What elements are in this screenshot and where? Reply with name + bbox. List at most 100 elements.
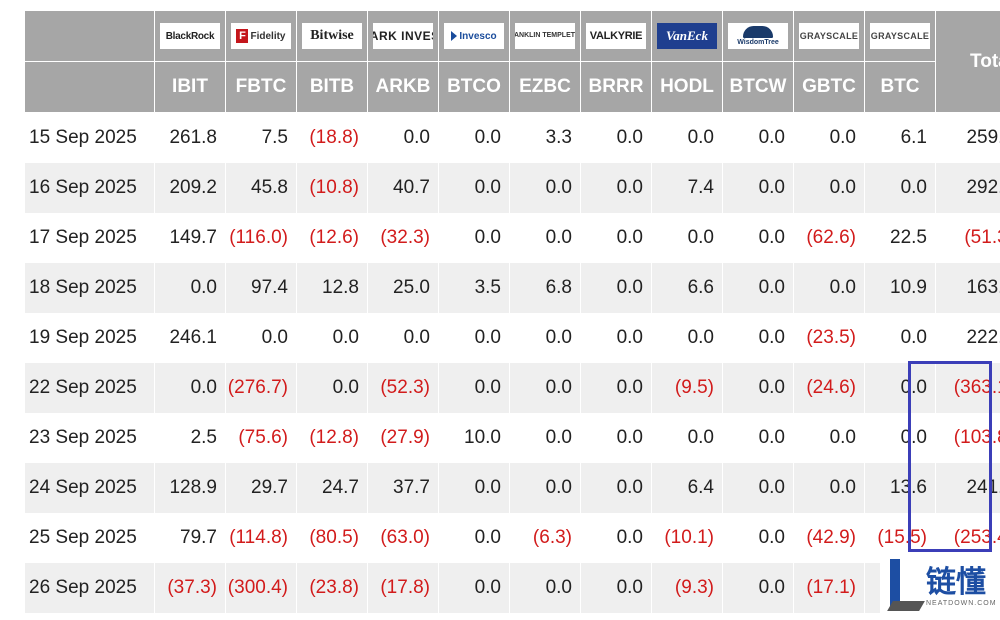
table-row: 24 Sep 2025 128.9 29.7 24.7 37.7 0.0 0.0 0.0 6.4… bbox=[24, 463, 1000, 513]
flow-value-cell: 0.0 bbox=[864, 363, 936, 413]
flow-value-cell: (12.8) bbox=[296, 413, 368, 463]
flow-value-cell: (17.8) bbox=[367, 563, 439, 613]
flow-value-cell: 246.1 bbox=[154, 313, 226, 363]
flow-value-cell: 13.6 bbox=[864, 463, 936, 513]
flow-value-cell: 0.0 bbox=[722, 112, 794, 163]
date-cell: 16 Sep 2025 bbox=[24, 163, 155, 213]
flow-value-cell: 6.6 bbox=[651, 263, 723, 313]
flow-value-cell: 0.0 bbox=[367, 313, 439, 363]
blackrock-logo: BlackRock bbox=[160, 23, 220, 49]
flow-value-cell: 24.7 bbox=[296, 463, 368, 513]
date-cell: 24 Sep 2025 bbox=[24, 463, 155, 513]
corner-cell bbox=[24, 10, 155, 62]
ticker-header: ARKB bbox=[367, 61, 439, 113]
flow-value-cell: (12.6) bbox=[296, 213, 368, 263]
flow-value-cell: 0.0 bbox=[438, 363, 510, 413]
table-row: 18 Sep 2025 0.0 97.4 12.8 25.0 3.5 6.8 0.0 6.6 0.… bbox=[24, 263, 1000, 313]
flow-value-cell: 0.0 bbox=[793, 263, 865, 313]
flow-value-cell: 45.8 bbox=[225, 163, 297, 213]
flow-value-cell: 0.0 bbox=[509, 213, 581, 263]
flow-value-cell: 7.4 bbox=[651, 163, 723, 213]
flow-value-cell: 37.7 bbox=[367, 463, 439, 513]
flow-value-cell: 0.0 bbox=[438, 463, 510, 513]
flow-value-cell: 0.0 bbox=[580, 213, 652, 263]
date-cell: 15 Sep 2025 bbox=[24, 112, 155, 163]
wisdomtree-logo: WisdomTree bbox=[728, 23, 788, 49]
flow-value-cell: 7.5 bbox=[225, 112, 297, 163]
flow-value-cell: 0.0 bbox=[580, 313, 652, 363]
ticker-header: EZBC bbox=[509, 61, 581, 113]
ticker-header: BTCW bbox=[722, 61, 794, 113]
ticker-header: HODL bbox=[651, 61, 723, 113]
flow-value-cell: 128.9 bbox=[154, 463, 226, 513]
invesco-logo: Invesco bbox=[444, 23, 504, 49]
flow-value-cell: 79.7 bbox=[154, 513, 226, 563]
total-cell: 241.0 bbox=[935, 463, 1000, 513]
flow-value-cell: 0.0 bbox=[722, 513, 794, 563]
fidelity-logo: F Fidelity bbox=[231, 23, 291, 49]
ark-invest-logo: AARK INVEST bbox=[373, 23, 433, 49]
flow-value-cell: (42.9) bbox=[793, 513, 865, 563]
valkyrie-logo: VALKYRIE bbox=[586, 23, 646, 49]
total-cell: (103.8) bbox=[935, 413, 1000, 463]
flow-value-cell: 0.0 bbox=[509, 563, 581, 613]
flow-value-cell: 0.0 bbox=[225, 313, 297, 363]
flow-value-cell: 6.8 bbox=[509, 263, 581, 313]
flow-value-cell: 0.0 bbox=[651, 313, 723, 363]
flow-value-cell: 3.5 bbox=[438, 263, 510, 313]
flow-value-cell: 0.0 bbox=[580, 463, 652, 513]
flow-value-cell: 0.0 bbox=[793, 163, 865, 213]
flow-value-cell: (17.1) bbox=[793, 563, 865, 613]
ticker-header: GBTC bbox=[793, 61, 865, 113]
flow-value-cell: 0.0 bbox=[509, 363, 581, 413]
date-cell: 18 Sep 2025 bbox=[24, 263, 155, 313]
table-row: 26 Sep 2025 (37.3) (300.4) (23.8) (17.8) 0.0 0… bbox=[24, 563, 1000, 613]
flow-value-cell: 0.0 bbox=[438, 112, 510, 163]
flow-value-cell: (80.5) bbox=[296, 513, 368, 563]
flow-value-cell: 6.1 bbox=[864, 112, 936, 163]
neatdown-logo-icon bbox=[882, 557, 925, 615]
flow-value-cell: 0.0 bbox=[509, 313, 581, 363]
flow-value-cell: (276.7) bbox=[225, 363, 297, 413]
flow-value-cell: 0.0 bbox=[509, 463, 581, 513]
flow-value-cell: 2.5 bbox=[154, 413, 226, 463]
table-row: 25 Sep 2025 79.7 (114.8) (80.5) (63.0) 0.0 (6.… bbox=[24, 513, 1000, 563]
flow-value-cell: 0.0 bbox=[793, 112, 865, 163]
flow-value-cell: (52.3) bbox=[367, 363, 439, 413]
flow-value-cell: 3.3 bbox=[509, 112, 581, 163]
table-row: 23 Sep 2025 2.5 (75.6) (12.8) (27.9) 10.0 0.0 0… bbox=[24, 413, 1000, 463]
flow-value-cell: 149.7 bbox=[154, 213, 226, 263]
total-cell: 222.6 bbox=[935, 313, 1000, 363]
neatdown-watermark: 链懂 NEATDOWN.COM bbox=[880, 552, 1000, 620]
flow-value-cell: 0.0 bbox=[580, 563, 652, 613]
flow-value-cell: 0.0 bbox=[722, 563, 794, 613]
flow-value-cell: 0.0 bbox=[438, 213, 510, 263]
grayscale-logo: GRAYSCALE bbox=[870, 23, 930, 49]
flow-value-cell: 0.0 bbox=[509, 413, 581, 463]
flow-value-cell: 0.0 bbox=[509, 163, 581, 213]
flow-value-cell: 0.0 bbox=[864, 313, 936, 363]
flow-value-cell: 0.0 bbox=[580, 263, 652, 313]
etf-flows-table: BlackRock FFidelity Bitwise AARK INVEST … bbox=[24, 10, 1000, 613]
flow-value-cell: 0.0 bbox=[651, 213, 723, 263]
flow-value-cell: (63.0) bbox=[367, 513, 439, 563]
flow-value-cell: 0.0 bbox=[722, 263, 794, 313]
ticker-header: IBIT bbox=[154, 61, 226, 113]
flow-value-cell: 0.0 bbox=[580, 363, 652, 413]
flow-value-cell: (6.3) bbox=[509, 513, 581, 563]
flow-value-cell: 0.0 bbox=[438, 563, 510, 613]
flow-value-cell: 0.0 bbox=[367, 112, 439, 163]
flow-value-cell: 0.0 bbox=[651, 413, 723, 463]
total-cell: 292.3 bbox=[935, 163, 1000, 213]
ticker-header: BITB bbox=[296, 61, 368, 113]
watermark-brand-cn: 链懂 bbox=[926, 564, 986, 600]
table-row: 22 Sep 2025 0.0 (276.7) 0.0 (52.3) 0.0 0.0 0.0(… bbox=[24, 363, 1000, 413]
date-cell: 19 Sep 2025 bbox=[24, 313, 155, 363]
flow-value-cell: 0.0 bbox=[438, 313, 510, 363]
flow-value-cell: (114.8) bbox=[225, 513, 297, 563]
total-header: Total bbox=[935, 10, 1000, 113]
date-cell: 25 Sep 2025 bbox=[24, 513, 155, 563]
total-cell: (363.1) bbox=[935, 363, 1000, 413]
table-row: 16 Sep 2025 209.2 45.8 (10.8) 40.7 0.0 0.0 0.0 7… bbox=[24, 163, 1000, 213]
date-cell: 22 Sep 2025 bbox=[24, 363, 155, 413]
